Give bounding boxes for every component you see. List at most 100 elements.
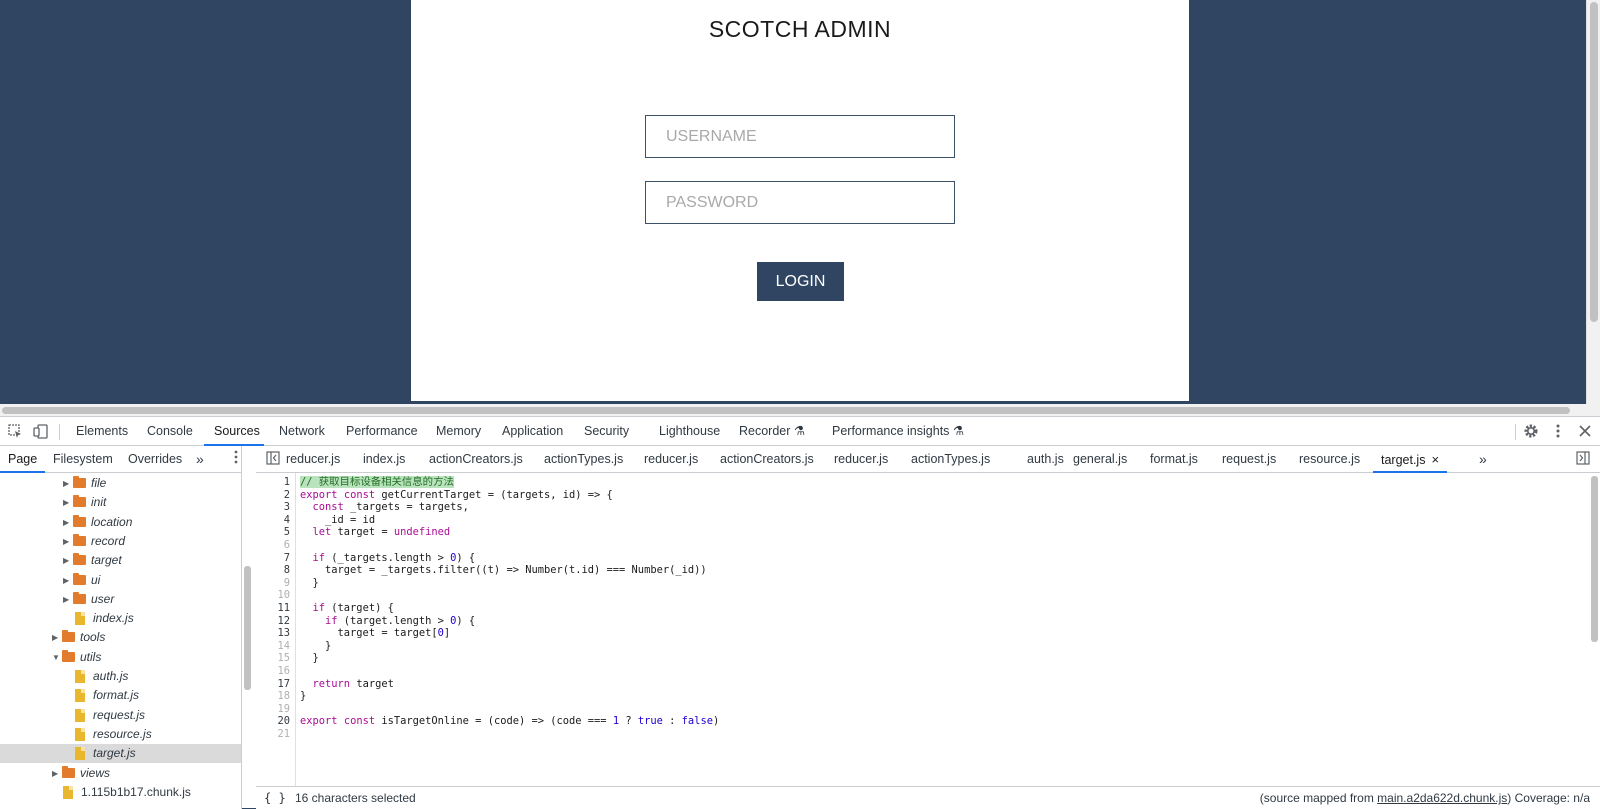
file-tab[interactable]: general.js (1073, 446, 1127, 473)
line-number[interactable]: 7 (260, 552, 290, 565)
line-number[interactable]: 4 (260, 514, 290, 527)
file-tab[interactable]: request.js (1222, 446, 1276, 473)
line-number[interactable]: 1 (260, 476, 290, 489)
file-tab[interactable]: auth.js (1027, 446, 1064, 473)
code-line[interactable]: // 获取目标设备相关信息的方法 (300, 476, 454, 489)
line-number[interactable]: 15 (260, 652, 290, 665)
tab-console[interactable]: Console (147, 417, 193, 446)
line-number[interactable]: 6 (260, 539, 290, 552)
nav-tab-filesystem[interactable]: Filesystem (53, 446, 113, 473)
file-tab[interactable]: actionCreators.js (429, 446, 523, 473)
tree-file[interactable]: format.js (0, 686, 241, 705)
line-number[interactable]: 10 (260, 589, 290, 602)
more-options-icon[interactable] (1549, 423, 1567, 441)
tree-folder[interactable]: ▶ ui (0, 571, 241, 590)
username-input[interactable] (645, 115, 955, 158)
code-line[interactable]: _id = id (300, 514, 375, 527)
page-horizontal-scrollbar[interactable] (0, 404, 1600, 416)
file-tab[interactable]: actionCreators.js (720, 446, 814, 473)
tree-file[interactable]: resource.js (0, 725, 241, 744)
tree-file[interactable]: target.js (0, 744, 241, 764)
tab-elements[interactable]: Elements (76, 417, 128, 446)
source-map-link[interactable]: main.a2da622d.chunk.js (1377, 791, 1507, 805)
tab-memory[interactable]: Memory (436, 417, 481, 446)
more-file-tabs-chevron-icon[interactable]: » (1479, 446, 1487, 473)
tree-folder[interactable]: ▶ init (0, 493, 241, 512)
expand-arrow-right-icon[interactable]: ▶ (52, 764, 62, 783)
code-line[interactable]: if (target.length > 0) { (300, 615, 475, 628)
tab-recorder[interactable]: Recorder ⚗ (739, 417, 805, 446)
tree-folder[interactable]: ▶ file (0, 474, 241, 493)
expand-arrow-down-icon[interactable]: ▼ (52, 648, 62, 667)
settings-gear-icon[interactable] (1522, 423, 1540, 441)
tab-performance-insights[interactable]: Performance insights ⚗ (832, 417, 964, 446)
line-number[interactable]: 14 (260, 640, 290, 653)
expand-arrow-right-icon[interactable]: ▶ (63, 493, 73, 512)
expand-arrow-right-icon[interactable]: ▶ (63, 532, 73, 551)
tree-file[interactable]: request.js (0, 706, 241, 725)
navigator-menu-icon[interactable] (230, 450, 242, 468)
tree-file[interactable]: 1.115b1b17.chunk.js (0, 783, 241, 802)
tree-folder[interactable]: ▶ record (0, 532, 241, 551)
close-tab-icon[interactable]: × (1431, 452, 1439, 467)
tree-file[interactable]: auth.js (0, 667, 241, 686)
tab-lighthouse[interactable]: Lighthouse (659, 417, 720, 446)
tab-sources[interactable]: Sources (204, 417, 264, 446)
toggle-navigator-icon[interactable] (264, 451, 282, 469)
file-tab[interactable]: reducer.js (286, 446, 340, 473)
code-line[interactable]: } (300, 577, 319, 590)
tab-application[interactable]: Application (502, 417, 563, 446)
code-editor[interactable]: 1 2 3 4 5 6 7 8 9 10 11 12 13 14 15 16 17 18 19 20 21 // 获取目… (256, 473, 1600, 786)
nav-tab-overrides[interactable]: Overrides (128, 446, 182, 473)
scrollbar-thumb[interactable] (2, 407, 1570, 414)
code-line[interactable]: if (target) { (300, 602, 394, 615)
line-number[interactable]: 16 (260, 665, 290, 678)
close-devtools-icon[interactable] (1576, 423, 1594, 441)
password-input[interactable] (645, 181, 955, 224)
file-tab[interactable]: target.js × (1373, 446, 1448, 473)
expand-arrow-right-icon[interactable]: ▶ (63, 551, 73, 570)
tree-folder[interactable]: ▶ target (0, 551, 241, 570)
file-tab[interactable]: actionTypes.js (911, 446, 990, 473)
line-number[interactable]: 2 (260, 489, 290, 502)
inspect-element-icon[interactable] (6, 423, 24, 441)
line-number[interactable]: 5 (260, 526, 290, 539)
line-number[interactable]: 19 (260, 703, 290, 716)
line-number[interactable]: 3 (260, 501, 290, 514)
code-line[interactable]: const _targets = targets, (300, 501, 469, 514)
expand-arrow-right-icon[interactable]: ▶ (63, 474, 73, 493)
login-button[interactable]: LOGIN (757, 262, 844, 301)
code-line[interactable]: } (300, 652, 319, 665)
scrollbar-thumb[interactable] (1590, 2, 1598, 322)
code-line[interactable]: target = _targets.filter((t) => Number(t… (300, 564, 707, 577)
tab-network[interactable]: Network (279, 417, 325, 446)
line-number[interactable]: 8 (260, 564, 290, 577)
pretty-print-button[interactable]: { } (264, 787, 286, 809)
tree-folder[interactable]: ▼ utils (0, 648, 241, 667)
tree-folder[interactable]: ▶ user (0, 590, 241, 609)
line-number[interactable]: 20 (260, 715, 290, 728)
code-line[interactable]: } (300, 640, 331, 653)
navigator-scrollbar[interactable] (244, 566, 251, 690)
code-line[interactable]: export const getCurrentTarget = (targets… (300, 489, 613, 502)
line-number[interactable]: 18 (260, 690, 290, 703)
code-line[interactable]: } (300, 690, 306, 703)
line-number[interactable]: 13 (260, 627, 290, 640)
file-tab[interactable]: reducer.js (834, 446, 888, 473)
expand-arrow-right-icon[interactable]: ▶ (63, 513, 73, 532)
expand-arrow-right-icon[interactable]: ▶ (52, 628, 62, 647)
expand-arrow-right-icon[interactable]: ▶ (63, 571, 73, 590)
file-tab[interactable]: reducer.js (644, 446, 698, 473)
line-number[interactable]: 12 (260, 615, 290, 628)
tree-folder[interactable]: ▶ location (0, 513, 241, 532)
code-line[interactable]: if (_targets.length > 0) { (300, 552, 476, 565)
toggle-debugger-sidebar-icon[interactable] (1574, 451, 1592, 469)
file-tab[interactable]: index.js (363, 446, 405, 473)
line-number[interactable]: 21 (260, 728, 290, 741)
tree-folder[interactable]: ▶ tools (0, 628, 241, 647)
file-tab[interactable]: actionTypes.js (544, 446, 623, 473)
code-line[interactable]: return target (300, 678, 394, 691)
file-tab[interactable]: resource.js (1299, 446, 1360, 473)
nav-tab-page[interactable]: Page (0, 446, 46, 473)
more-tabs-chevron-icon[interactable]: » (196, 446, 204, 473)
